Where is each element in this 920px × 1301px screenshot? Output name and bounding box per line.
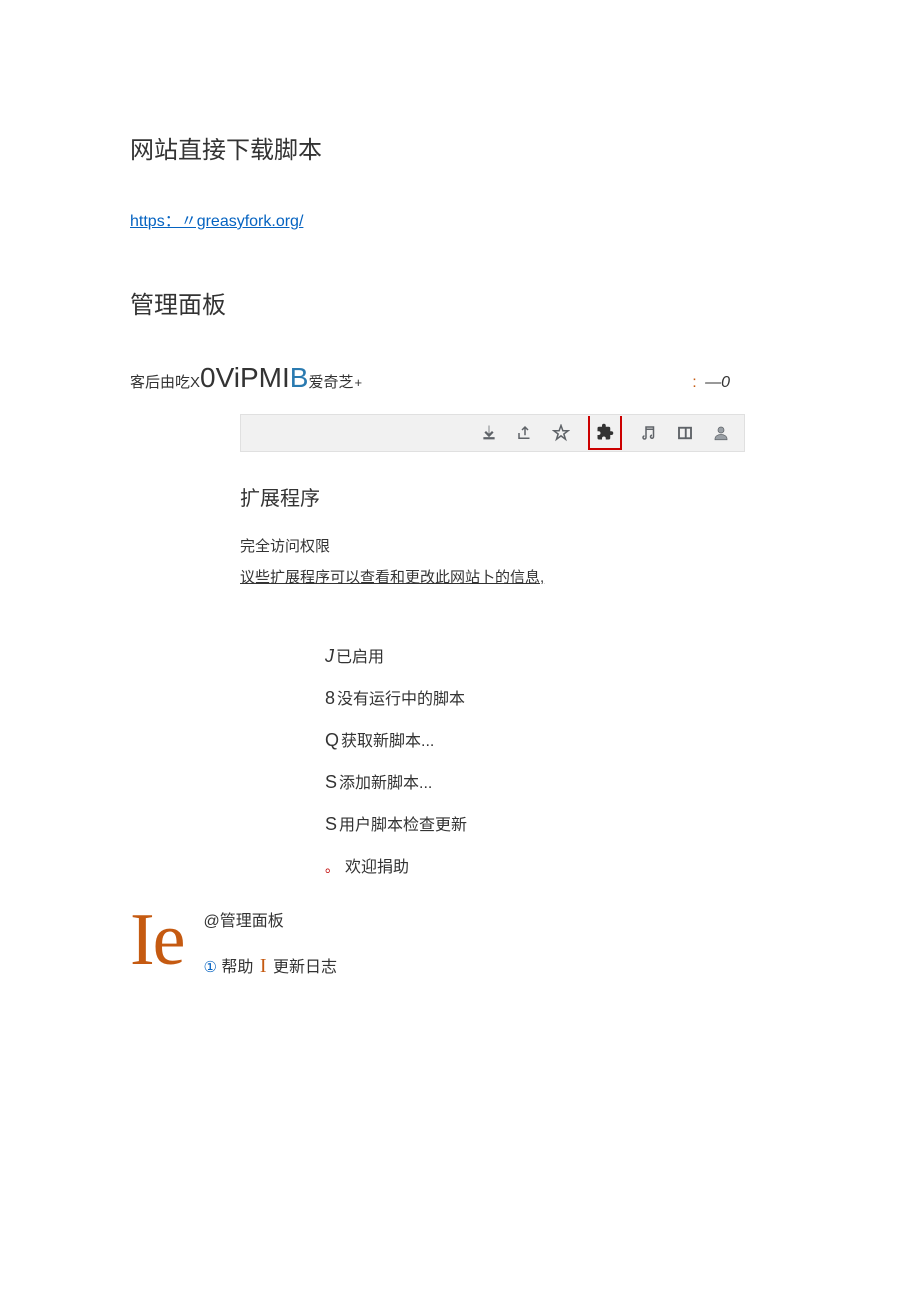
menu-get-scripts[interactable]: Q 获取新脚本...	[325, 727, 790, 751]
tab-end: —0	[705, 374, 730, 391]
tab-suffix-text: 爱奇芝	[308, 371, 353, 392]
music-icon[interactable]	[640, 424, 658, 442]
menu-get-scripts-label: 获取新脚本...	[341, 727, 434, 751]
menu-enabled[interactable]: J 已启用	[325, 643, 790, 667]
share-icon[interactable]	[516, 424, 534, 442]
management-panel-link[interactable]: @管理面板	[204, 907, 338, 931]
ie-logo: Ie	[130, 903, 184, 977]
menu-add-script[interactable]: S 添加新脚本...	[325, 769, 790, 793]
heading-management-panel: 管理面板	[130, 285, 790, 320]
menu-prefix-s1: S	[325, 772, 337, 793]
heading-download-script: 网站直接下载脚本	[130, 130, 790, 165]
menu-dot-icon: 。	[325, 857, 339, 877]
tab-colon: :	[692, 374, 696, 391]
tab-right-text: : —0	[692, 374, 730, 392]
panel-icon[interactable]	[676, 424, 694, 442]
help-link[interactable]: 帮助	[221, 959, 253, 976]
menu-prefix-j: J	[325, 646, 334, 667]
star-icon[interactable]	[552, 424, 570, 442]
menu-check-updates[interactable]: S 用户脚本检查更新	[325, 811, 790, 835]
bottom-section: Ie @管理面板 ① 帮助 I 更新日志	[130, 895, 790, 978]
full-access-label: 完全访问权限	[240, 535, 790, 556]
menu-add-script-label: 添加新脚本...	[339, 769, 432, 793]
tab-big-text: 0ViPMI	[200, 362, 290, 394]
extensions-note: 议些扩展程序可以查看和更改此网站卜的信息,	[240, 566, 790, 587]
menu-enabled-label: 已启用	[336, 643, 384, 667]
menu-donate[interactable]: 。 欢迎捐助	[325, 853, 790, 877]
menu-prefix-8: 8	[325, 688, 335, 709]
tab-prefix-text: 客后由吃X	[130, 371, 200, 392]
menu-no-scripts-label: 没有运行中的脚本	[337, 685, 465, 709]
help-changelog-line: ① 帮助 I 更新日志	[204, 953, 338, 978]
tab-title: 客后由吃X 0ViPMI B 爱奇芝 +	[130, 362, 362, 394]
menu-prefix-q: Q	[325, 730, 339, 751]
extensions-icon[interactable]	[588, 416, 622, 450]
extensions-title: 扩展程序	[240, 482, 790, 511]
menu-donate-label: 欢迎捐助	[345, 853, 409, 877]
help-circled-icon: ①	[204, 959, 217, 976]
browser-toolbar	[240, 414, 745, 452]
menu-check-updates-label: 用户脚本检查更新	[339, 811, 467, 835]
download-icon[interactable]	[480, 424, 498, 442]
menu-no-scripts[interactable]: 8 没有运行中的脚本	[325, 685, 790, 709]
browser-tab-bar: 客后由吃X 0ViPMI B 爱奇芝 + : —0	[130, 362, 790, 394]
tab-plus: +	[354, 375, 362, 390]
menu-prefix-s2: S	[325, 814, 337, 835]
tampermonkey-menu: J 已启用 8 没有运行中的脚本 Q 获取新脚本... S 添加新脚本... S…	[325, 643, 790, 877]
tab-big-blue-text: B	[290, 362, 309, 394]
changelog-link[interactable]: 更新日志	[273, 959, 337, 976]
profile-icon[interactable]	[712, 424, 730, 442]
greasyfork-link[interactable]: https：〃greasyfork.org/	[130, 207, 303, 231]
separator-bar: I	[260, 955, 267, 977]
